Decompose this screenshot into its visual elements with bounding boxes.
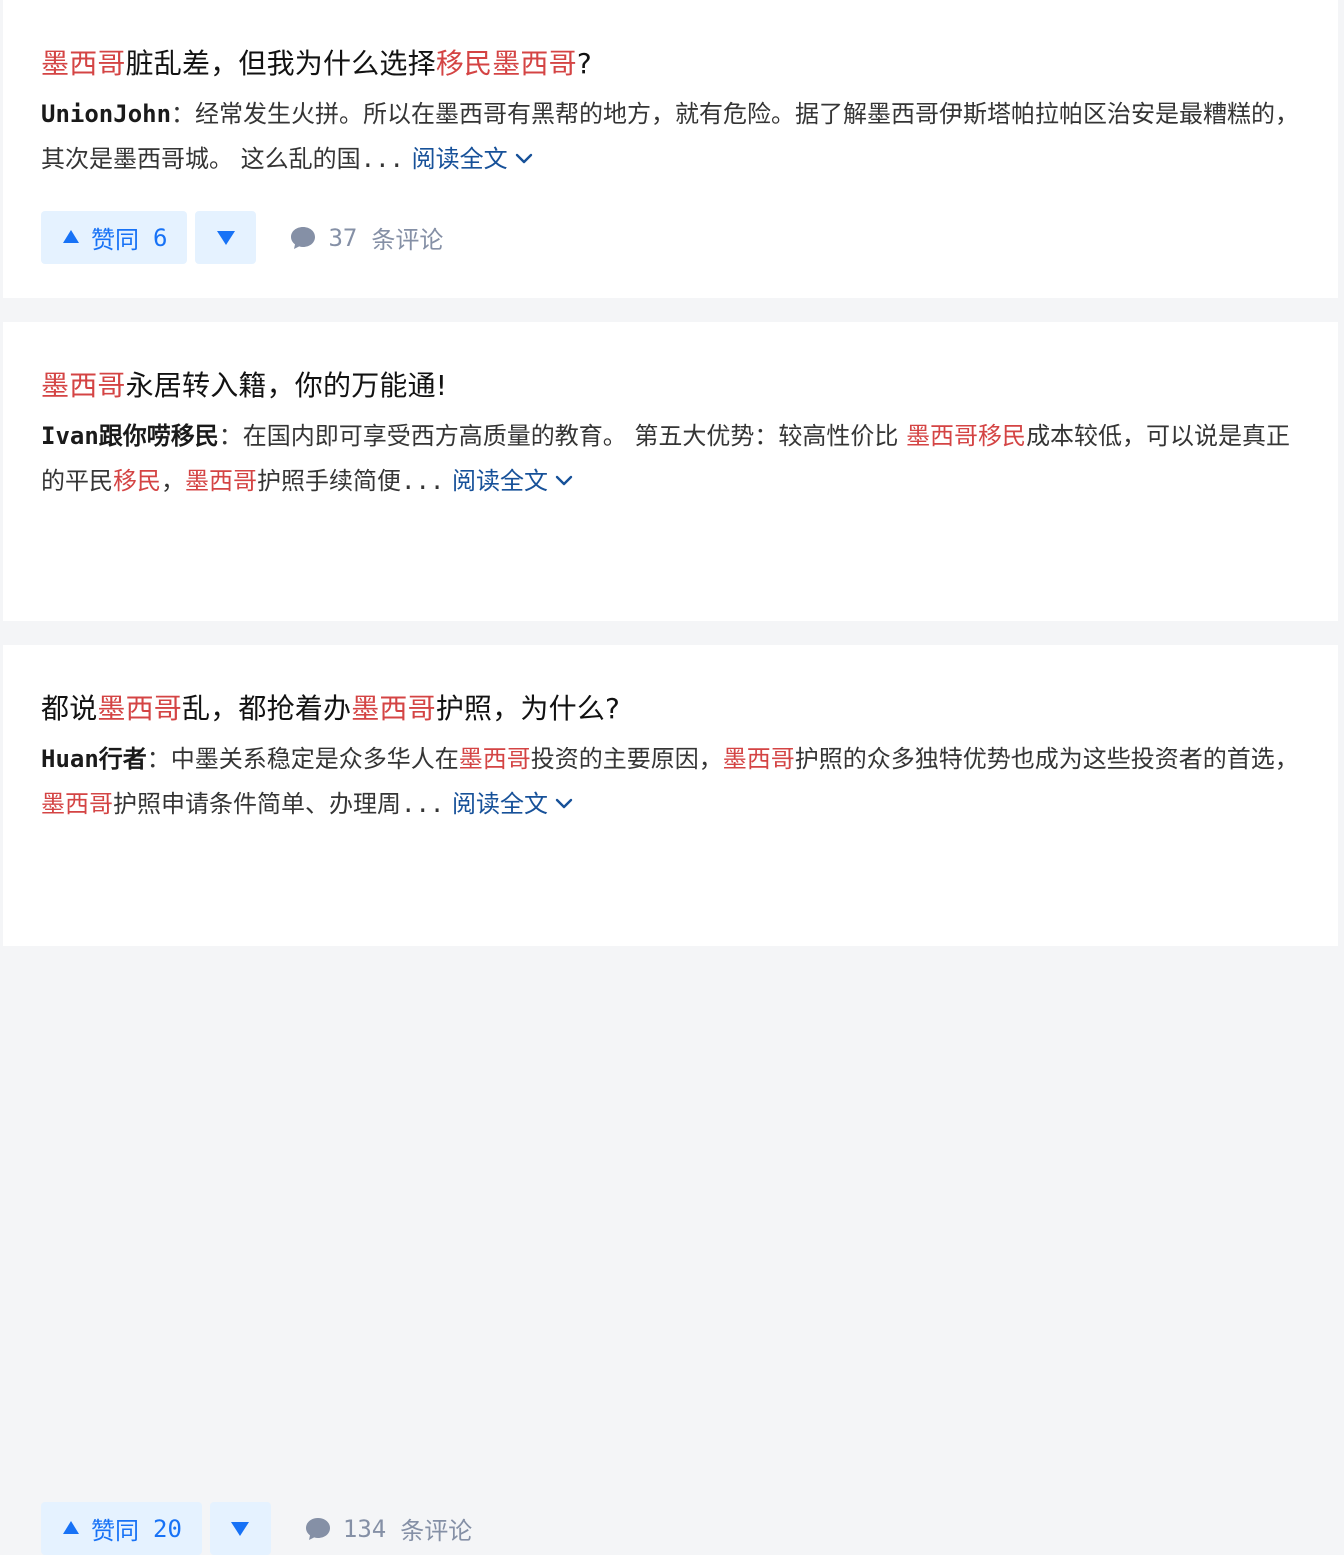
- speech-bubble-icon: [305, 1517, 330, 1540]
- vote-down-button[interactable]: [195, 211, 257, 264]
- text-segment: 投资的主要原因，: [530, 745, 723, 773]
- highlight-keyword: 墨西哥: [722, 745, 795, 773]
- comments-button[interactable]: 37 条评论: [290, 220, 443, 255]
- highlight-keyword: 墨西哥: [185, 467, 257, 495]
- comment-count: 134: [342, 1514, 387, 1543]
- vote-up-label: 赞同: [91, 1517, 139, 1545]
- highlight-keyword: 墨西哥: [41, 790, 113, 818]
- vote-up-label: 赞同: [91, 226, 139, 254]
- text-segment: 乱，都抢着办: [182, 692, 352, 725]
- text-segment: 护照，为什么?: [435, 692, 621, 725]
- highlight-keyword: 墨西哥: [41, 369, 126, 402]
- highlight-keyword: 墨西哥: [41, 47, 126, 80]
- result-excerpt[interactable]: Ivan跟你唠移民：在国内即可享受西方高质量的教育。 第五大优势：较高性价比 墨…: [41, 414, 1303, 504]
- excerpt-body: ：经常发生火拼。所以在墨西哥有黑帮的地方，就有危险。据了解墨西哥伊斯塔帕拉帕区治…: [41, 100, 1299, 173]
- excerpt-body: ：中墨关系稳定是众多华人在墨西哥投资的主要原因，墨西哥护照的众多独特优势也成为这…: [41, 745, 1299, 818]
- triangle-down-icon: [231, 1521, 250, 1536]
- excerpt-ellipsis: ...: [401, 790, 445, 818]
- highlight-keyword: 移民: [113, 467, 161, 495]
- text-segment: 永居转入籍，你的万能通!: [125, 369, 448, 402]
- author-name[interactable]: Ivan跟你唠移民: [41, 422, 219, 450]
- result-card: 墨西哥脏乱差，但我为什么选择移民墨西哥? UnionJohn：经常发生火拼。所以…: [3, 0, 1338, 298]
- excerpt-ellipsis: ...: [360, 145, 404, 173]
- highlight-keyword: 墨西哥: [458, 745, 531, 773]
- text-segment: 护照申请条件简单、办理周: [113, 790, 401, 818]
- highlight-keyword: 墨西哥: [351, 692, 436, 725]
- text-segment: 护照的众多独特优势也成为这些投资者的首选，: [794, 745, 1299, 773]
- comments-label: 条评论: [371, 226, 444, 254]
- vote-count: 20: [153, 1514, 182, 1543]
- text-segment: ：经常发生火拼。所以在墨西哥有黑帮的地方，就有危险。据了解墨西哥伊斯塔帕拉帕区治…: [41, 100, 1300, 173]
- text-segment: ，: [161, 467, 185, 495]
- chevron-down-icon: [555, 798, 573, 809]
- text-segment: 护照手续简便: [257, 467, 401, 495]
- result-excerpt[interactable]: UnionJohn：经常发生火拼。所以在墨西哥有黑帮的地方，就有危险。据了解墨西…: [41, 92, 1303, 182]
- vote-up-button[interactable]: 赞同 6: [41, 211, 188, 264]
- author-name[interactable]: Huan行者: [41, 745, 147, 773]
- read-more-link[interactable]: 阅读全文: [452, 790, 574, 818]
- highlight-keyword: 墨西哥移民: [906, 422, 1027, 450]
- read-more-label: 阅读全文: [411, 145, 508, 173]
- result-card: 墨西哥永居转入籍，你的万能通! Ivan跟你唠移民：在国内即可享受西方高质量的教…: [3, 322, 1338, 909]
- action-bar: 赞同 6 37 条评论: [41, 211, 443, 264]
- text-segment: ：在国内即可享受西方高质量的教育。 第五大优势：较高性价比: [218, 422, 907, 450]
- text-segment: 脏乱差，但我为什么选择: [125, 47, 436, 80]
- result-title[interactable]: 墨西哥脏乱差，但我为什么选择移民墨西哥?: [41, 0, 1300, 84]
- result-card: 都说墨西哥乱，都抢着办墨西哥护照，为什么? Huan行者：中墨关系稳定是众多华人…: [3, 645, 1338, 1555]
- excerpt-ellipsis: ...: [401, 467, 445, 495]
- text-segment: ?: [576, 47, 592, 80]
- author-name[interactable]: UnionJohn: [41, 100, 171, 128]
- vote-count: 6: [153, 223, 168, 252]
- chevron-down-icon: [555, 475, 573, 486]
- chevron-down-icon: [515, 153, 532, 164]
- read-more-link[interactable]: 阅读全文: [412, 145, 534, 173]
- highlight-keyword: 移民墨西哥: [435, 47, 577, 80]
- highlight-keyword: 墨西哥: [97, 692, 183, 725]
- read-more-link[interactable]: 阅读全文: [452, 467, 574, 495]
- result-excerpt[interactable]: Huan行者：中墨关系稳定是众多华人在墨西哥投资的主要原因，墨西哥护照的众多独特…: [41, 737, 1303, 827]
- triangle-up-icon: [63, 1521, 79, 1534]
- action-bar: 赞同 20 134 条评论: [41, 1502, 472, 1555]
- triangle-up-icon: [63, 230, 79, 243]
- triangle-down-icon: [216, 230, 235, 245]
- comments-button[interactable]: 134 条评论: [305, 1511, 472, 1546]
- read-more-label: 阅读全文: [452, 790, 548, 818]
- read-more-label: 阅读全文: [452, 467, 548, 495]
- result-title[interactable]: 墨西哥永居转入籍，你的万能通!: [41, 322, 1300, 406]
- result-title[interactable]: 都说墨西哥乱，都抢着办墨西哥护照，为什么?: [41, 645, 1300, 729]
- comment-count: 37: [328, 223, 358, 252]
- text-segment: 都说: [41, 692, 98, 725]
- vote-down-button[interactable]: [209, 1502, 271, 1555]
- vote-up-button[interactable]: 赞同 20: [41, 1502, 202, 1555]
- excerpt-body: ：在国内即可享受西方高质量的教育。 第五大优势：较高性价比 墨西哥移民成本较低，…: [41, 422, 1290, 495]
- comments-label: 条评论: [400, 1517, 473, 1545]
- text-segment: ：中墨关系稳定是众多华人在: [146, 745, 459, 773]
- speech-bubble-icon: [291, 226, 316, 249]
